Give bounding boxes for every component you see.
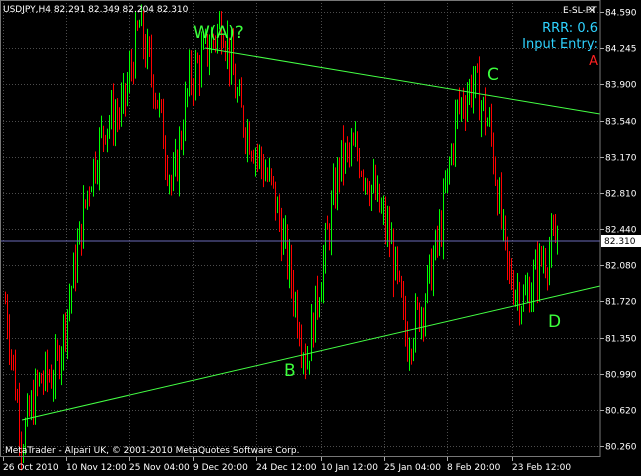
entry-marker[interactable]: A xyxy=(589,54,598,69)
price-tick-label: 82.810 xyxy=(605,190,637,200)
price-tick-label: 83.900 xyxy=(605,81,637,91)
time-tick-label: 9 Dec 20:00 xyxy=(193,463,248,473)
time-tick-label: 25 Jan 04:00 xyxy=(384,463,441,473)
price-tick-label: 82.080 xyxy=(605,262,637,272)
time-tick-label: 10 Jan 12:00 xyxy=(321,463,378,473)
price-tick-label: 80.620 xyxy=(605,407,637,417)
wave-label-b: B xyxy=(284,361,296,381)
price-tick-label: 81.350 xyxy=(605,335,637,345)
input-entry-label[interactable]: Input Entry: xyxy=(522,37,598,52)
price-tick-label: 80.990 xyxy=(605,371,637,381)
time-tick-label: 10 Nov 12:00 xyxy=(66,463,127,473)
time-tick-label: 26 Oct 2010 xyxy=(3,463,59,473)
chart-border xyxy=(0,0,601,457)
close-icon[interactable]: × xyxy=(588,5,596,16)
time-tick-label: 25 Nov 04:00 xyxy=(129,463,190,473)
price-tick-label: 84.245 xyxy=(605,45,637,55)
wave-label-d: D xyxy=(548,312,561,332)
wave-label-wa: W(A)? xyxy=(193,23,244,43)
price-tick-label: 84.590 xyxy=(605,9,637,19)
symbol-ohlc-info: USDJPY,H4 82.291 82.349 82.204 82.310 xyxy=(3,5,189,15)
upper-trendline[interactable] xyxy=(204,47,601,115)
wave-label-c: C xyxy=(487,65,499,85)
copyright-footer: MetaTrader - Alpari UK, © 2001-2010 Meta… xyxy=(5,446,299,456)
price-tick-label: 83.170 xyxy=(605,154,637,164)
price-tick-label: 83.540 xyxy=(605,118,637,128)
current-price-label: 82.310 xyxy=(604,237,636,247)
time-tick-label: 23 Feb 12:00 xyxy=(512,463,571,473)
time-axis: 26 Oct 2010 10 Nov 12:00 25 Nov 04:00 9 Dec… xyxy=(3,457,571,473)
price-tick-label: 81.720 xyxy=(605,298,637,308)
time-tick-label: 8 Feb 20:00 xyxy=(447,463,501,473)
candlestick-series xyxy=(5,4,558,471)
price-tick-label: 82.440 xyxy=(605,226,637,236)
price-chart[interactable]: USDJPY,H4 82.291 82.349 82.204 82.310 E-… xyxy=(0,0,641,476)
price-tick-label: 80.260 xyxy=(605,443,637,453)
rrr-label: RRR: 0.6 xyxy=(542,21,598,36)
time-tick-label: 24 Dec 12:00 xyxy=(256,463,317,473)
